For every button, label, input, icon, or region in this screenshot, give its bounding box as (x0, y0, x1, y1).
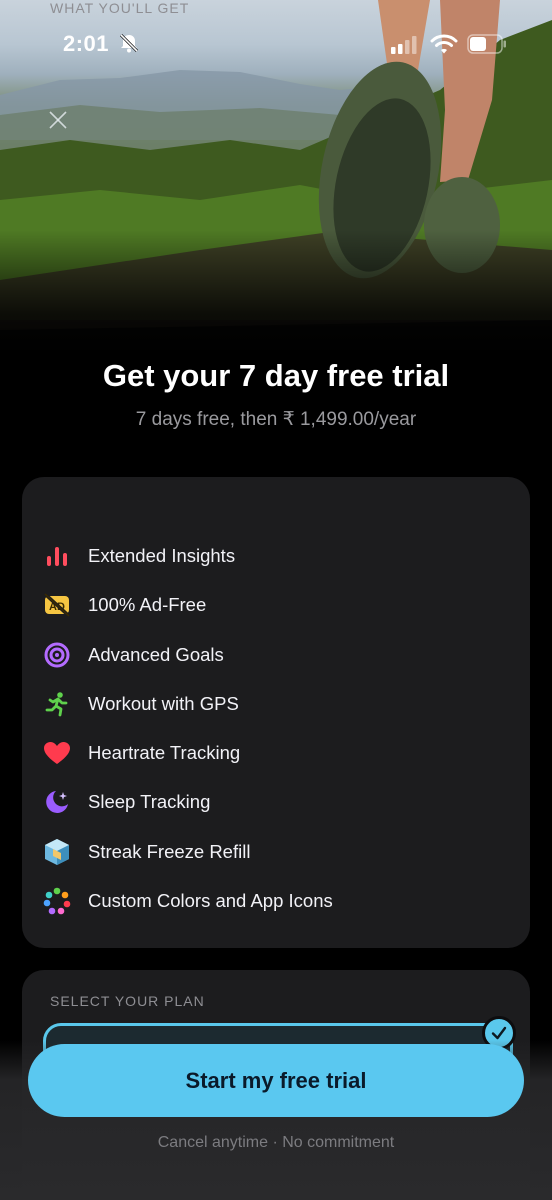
wifi-icon (430, 33, 458, 60)
feature-item-sleep: Sleep Tracking (22, 782, 502, 822)
price-subtitle: 7 days free, then ₹ 1,499.00/year (135, 409, 417, 430)
running-figure-icon (42, 689, 72, 719)
features-heading: WHAT YOU'LL GET (50, 0, 190, 16)
feature-item-advanced-goals: Advanced Goals (22, 635, 502, 675)
feature-item-heartrate: Heartrate Tracking (22, 733, 502, 773)
feature-label: Custom Colors and App Icons (88, 890, 333, 911)
battery-icon (467, 34, 507, 59)
ice-cube-icon (42, 837, 72, 867)
ad-free-icon: AD (42, 590, 72, 620)
close-icon (49, 111, 67, 129)
plan-heading: SELECT YOUR PLAN (50, 993, 205, 1009)
feature-label: Sleep Tracking (88, 791, 211, 812)
status-time: 2:01 (63, 31, 110, 56)
feature-item-custom-colors: Custom Colors and App Icons (22, 881, 502, 921)
feature-label: Workout with GPS (88, 693, 239, 714)
feature-item-extended-insights: Extended Insights (22, 536, 502, 576)
feature-item-streak-freeze: Streak Freeze Refill (22, 832, 502, 872)
feature-item-workout-gps: Workout with GPS (22, 684, 502, 724)
feature-label: 100% Ad-Free (88, 594, 207, 615)
feature-label: Heartrate Tracking (88, 742, 241, 763)
heart-icon (42, 738, 72, 768)
feature-label: Extended Insights (88, 545, 236, 566)
start-free-trial-button[interactable]: Start my free trial (28, 1044, 524, 1117)
feature-label: Advanced Goals (88, 644, 224, 665)
color-palette-icon (42, 886, 72, 916)
feature-item-ad-free: AD 100% Ad-Free (22, 585, 502, 625)
cellular-signal-icon (391, 36, 419, 59)
target-icon (42, 640, 72, 670)
hero-gradient (0, 230, 552, 370)
feature-label: Streak Freeze Refill (88, 841, 251, 862)
close-button[interactable] (44, 106, 72, 134)
moon-star-icon (42, 787, 72, 817)
page-title: Get your 7 day free trial (102, 358, 450, 393)
bell-slash-icon (118, 32, 140, 59)
bar-chart-icon (42, 541, 72, 571)
cancel-note: Cancel anytime · No commitment (157, 1134, 395, 1151)
